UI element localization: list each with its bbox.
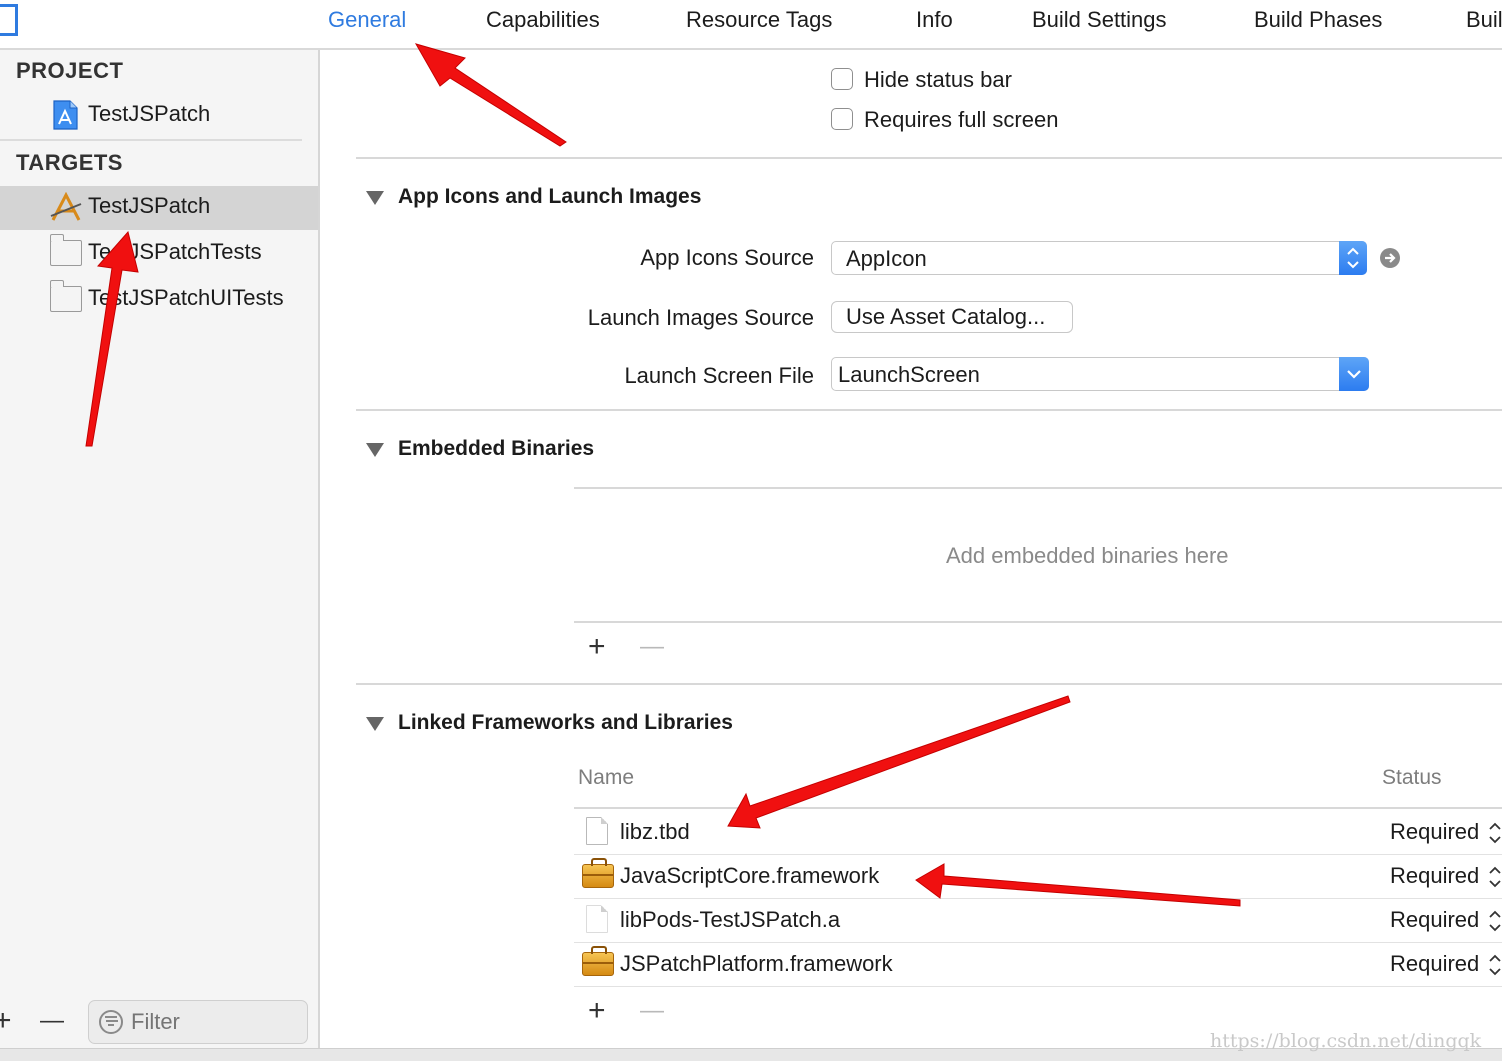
app-icons-source-popup[interactable]: AppIcon <box>831 241 1367 275</box>
navigator-toggle-icon[interactable] <box>0 4 18 36</box>
toolbox-icon <box>582 858 614 888</box>
hide-status-bar-checkbox[interactable] <box>831 68 853 90</box>
table-row[interactable]: JSPatchPlatform.framework Required <box>574 942 1502 987</box>
launch-images-source-label: Launch Images Source <box>587 305 814 330</box>
use-asset-catalog-button[interactable]: Use Asset Catalog... <box>831 301 1073 333</box>
hide-status-bar-label: Hide status bar <box>864 67 1012 92</box>
disclosure-triangle-icon[interactable] <box>366 191 384 205</box>
remove-embedded-binary-button[interactable]: — <box>640 632 664 662</box>
file-icon <box>586 817 608 845</box>
table-top-border <box>574 487 1502 489</box>
file-icon <box>586 905 608 933</box>
folder-icon <box>50 280 82 312</box>
app-target-icon <box>50 192 82 221</box>
launch-screen-file-combo[interactable]: LaunchScreen <box>831 357 1369 391</box>
filter-input[interactable] <box>131 1009 301 1035</box>
section-divider <box>356 683 1502 685</box>
requires-full-screen-checkbox[interactable] <box>831 108 853 130</box>
folder-icon <box>50 234 82 266</box>
sidebar-item-label: TestJSPatchUITests <box>88 285 284 310</box>
sidebar-item-project[interactable]: TestJSPatch <box>0 94 318 138</box>
toolbox-icon <box>582 946 614 976</box>
table-row[interactable]: JavaScriptCore.framework Required <box>574 854 1502 899</box>
status-stepper-icons[interactable] <box>1488 820 1502 990</box>
requires-full-screen-label: Requires full screen <box>864 107 1059 132</box>
app-icons-source-value: AppIcon <box>846 246 927 271</box>
project-navigator-sidebar: PROJECT TestJSPatch TARGETS TestJSPatch … <box>0 50 320 1060</box>
filter-icon <box>99 1010 123 1034</box>
sidebar-item-target-uitests[interactable]: TestJSPatchUITests <box>0 278 318 322</box>
divider <box>0 139 302 141</box>
tab-capabilities[interactable]: Capabilities <box>486 7 600 33</box>
annotation-arrow-general-tab <box>414 43 567 147</box>
targets-section-header: TARGETS <box>16 150 123 175</box>
framework-name: JSPatchPlatform.framework <box>620 951 893 976</box>
go-to-asset-arrow-icon[interactable] <box>1380 248 1400 268</box>
column-header-name[interactable]: Name <box>578 766 634 790</box>
tab-resource-tags[interactable]: Resource Tags <box>686 7 832 33</box>
chevron-down-icon[interactable] <box>1339 357 1369 391</box>
tab-info[interactable]: Info <box>916 7 953 33</box>
disclosure-triangle-icon[interactable] <box>366 717 384 731</box>
app-icons-section-title: App Icons and Launch Images <box>398 185 702 208</box>
sidebar-item-target-app[interactable]: TestJSPatch <box>0 186 318 230</box>
framework-name: JavaScriptCore.framework <box>620 863 880 888</box>
table-row[interactable]: libPods-TestJSPatch.a Required <box>574 898 1502 943</box>
table-bottom-border <box>574 621 1502 623</box>
xcodeproj-icon <box>53 100 78 130</box>
framework-name: libPods-TestJSPatch.a <box>620 907 841 932</box>
table-header-border <box>574 807 1502 809</box>
sidebar-item-label: TestJSPatchTests <box>88 239 262 264</box>
linked-frameworks-section-title: Linked Frameworks and Libraries <box>398 711 733 734</box>
add-embedded-binary-button[interactable]: + <box>588 632 606 662</box>
sidebar-item-label: TestJSPatch <box>88 101 211 126</box>
sidebar-item-label: TestJSPatch <box>88 193 211 218</box>
section-divider <box>356 157 1502 159</box>
popup-stepper-icon <box>1339 241 1367 275</box>
remove-framework-button[interactable]: — <box>640 996 664 1026</box>
framework-name: libz.tbd <box>620 819 690 844</box>
column-header-status[interactable]: Status <box>1382 766 1442 790</box>
tab-build-settings[interactable]: Build Settings <box>1032 7 1167 33</box>
disclosure-triangle-icon[interactable] <box>366 443 384 457</box>
framework-status-popup[interactable]: Required <box>1390 819 1479 845</box>
embedded-binaries-section-title: Embedded Binaries <box>398 437 595 460</box>
add-target-button[interactable]: + <box>0 1006 12 1036</box>
embedded-binaries-placeholder: Add embedded binaries here <box>946 543 1229 568</box>
launch-screen-file-value: LaunchScreen <box>838 362 980 387</box>
launch-screen-file-label: Launch Screen File <box>624 363 814 388</box>
add-framework-button[interactable]: + <box>588 996 606 1026</box>
framework-status-popup[interactable]: Required <box>1390 863 1479 889</box>
editor-tab-bar: General Capabilities Resource Tags Info … <box>0 0 1502 50</box>
tab-build-phases[interactable]: Build Phases <box>1254 7 1382 33</box>
app-icons-source-label: App Icons Source <box>640 245 814 270</box>
framework-status-popup[interactable]: Required <box>1390 907 1479 933</box>
sidebar-item-target-tests[interactable]: TestJSPatchTests <box>0 232 318 276</box>
sidebar-filter[interactable] <box>88 1000 308 1044</box>
remove-target-button[interactable]: — <box>40 1006 64 1036</box>
tab-general[interactable]: General <box>328 7 406 33</box>
section-divider <box>356 409 1502 411</box>
tab-build-rules[interactable]: Buil <box>1466 7 1502 33</box>
watermark-text: https://blog.csdn.net/dingqk <box>1210 1030 1482 1052</box>
table-row[interactable]: libz.tbd Required <box>574 810 1502 855</box>
framework-status-popup[interactable]: Required <box>1390 951 1479 977</box>
project-section-header: PROJECT <box>16 58 124 83</box>
